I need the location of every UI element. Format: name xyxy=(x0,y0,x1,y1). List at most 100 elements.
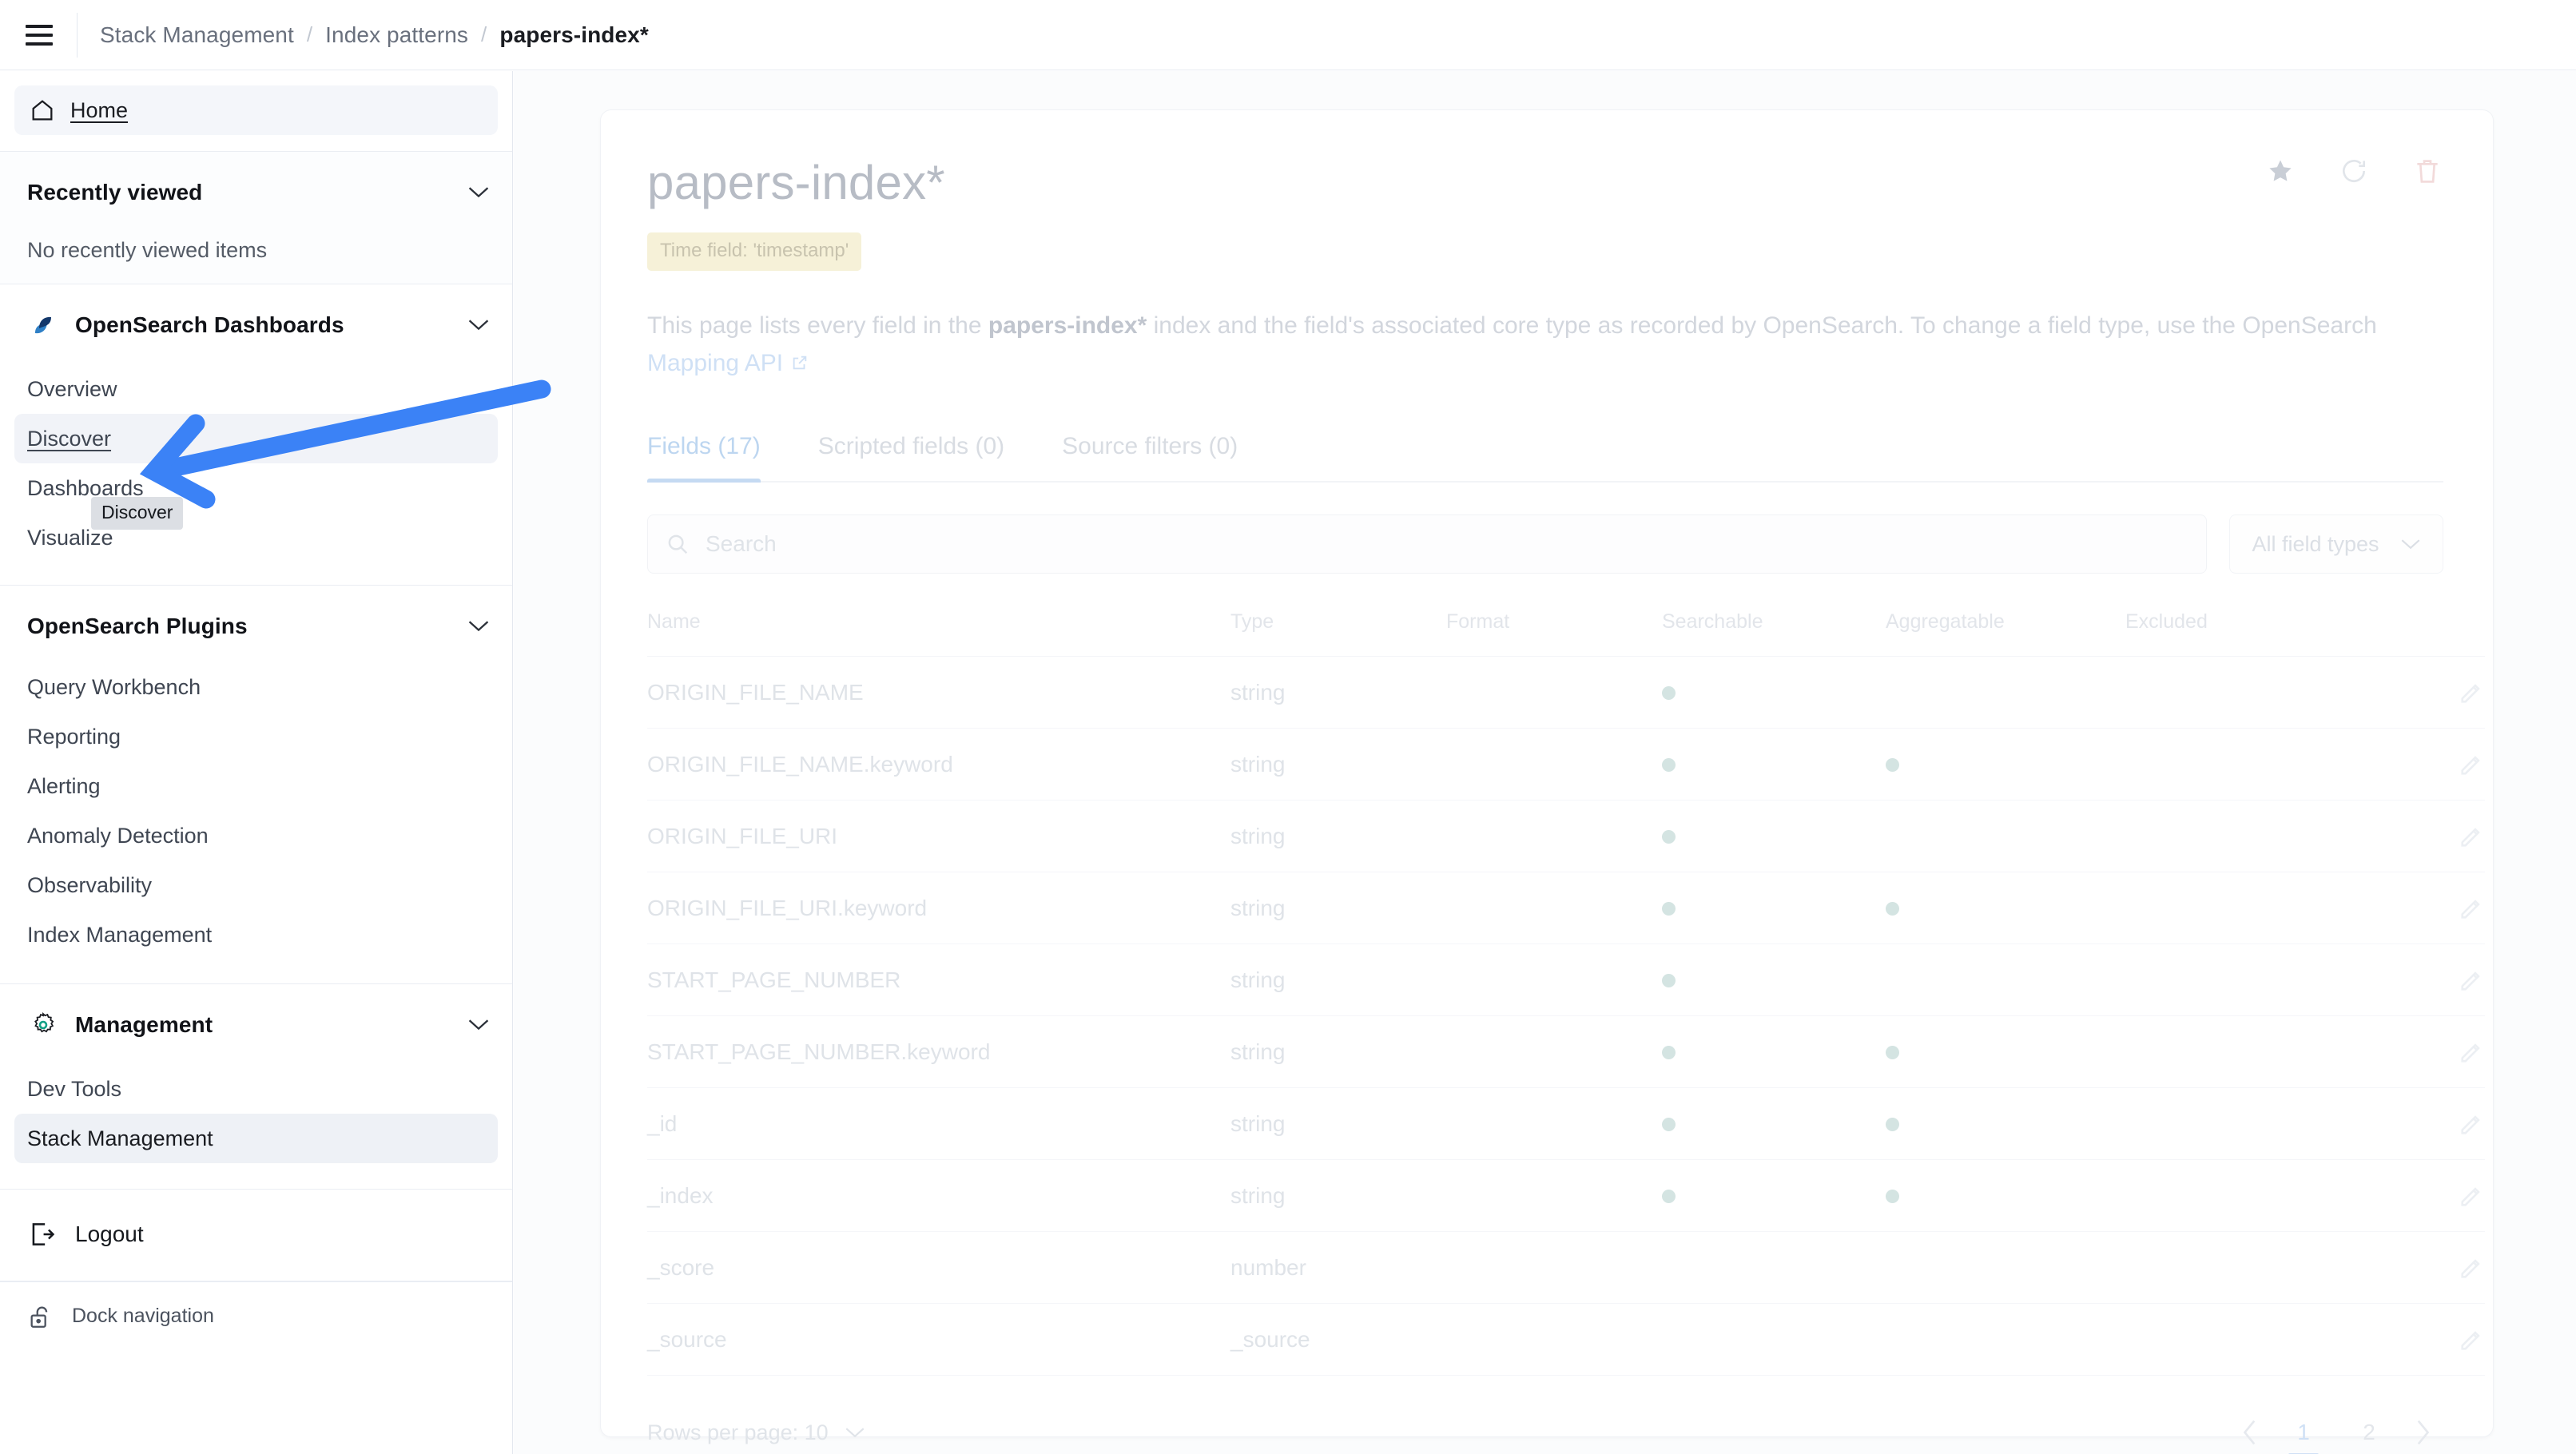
delete-button[interactable] xyxy=(2411,155,2443,187)
favorite-star-button[interactable] xyxy=(2264,155,2296,187)
cell-field-name: _source xyxy=(647,1303,1230,1376)
column-header-searchable[interactable]: Searchable xyxy=(1662,610,1886,657)
sidebar-item-index-management[interactable]: Index Management xyxy=(14,910,498,959)
dashboards-group-header[interactable]: OpenSearch Dashboards xyxy=(0,297,512,353)
breadcrumb: Stack Management / Index patterns / pape… xyxy=(100,22,649,48)
pagination-next-button[interactable] xyxy=(2402,1412,2443,1453)
cell-field-type: string xyxy=(1230,656,1446,729)
tab-source-filters[interactable]: Source filters (0) xyxy=(1062,433,1238,481)
sidebar-item-alerting[interactable]: Alerting xyxy=(14,761,498,811)
sidebar-item-discover[interactable]: Discover xyxy=(14,414,498,463)
cell-field-format xyxy=(1446,1231,1662,1304)
search-input[interactable] xyxy=(706,531,2188,557)
sidebar-item-dashboards[interactable]: Dashboards xyxy=(14,463,498,513)
sidebar-item-query-workbench-label: Query Workbench xyxy=(27,674,201,699)
sidebar-item-observability[interactable]: Observability xyxy=(14,860,498,910)
unlock-icon xyxy=(30,1306,48,1328)
sidebar-item-index-management-label: Index Management xyxy=(27,922,213,947)
table-row: ORIGIN_FILE_NAME string xyxy=(647,656,2485,729)
search-box[interactable] xyxy=(647,514,2207,574)
tab-bar: Fields (17) Scripted fields (0) Source f… xyxy=(647,433,2443,483)
cell-excluded xyxy=(2125,728,2389,800)
refresh-button[interactable] xyxy=(2338,155,2370,187)
sidebar-item-query-workbench[interactable]: Query Workbench xyxy=(14,662,498,712)
cell-actions[interactable] xyxy=(2389,944,2485,1016)
breadcrumb-separator: / xyxy=(481,22,487,46)
hamburger-icon[interactable] xyxy=(21,17,58,54)
column-header-name[interactable]: Name xyxy=(647,610,1230,657)
cell-searchable xyxy=(1662,872,1886,944)
searchable-dot xyxy=(1662,830,1676,844)
column-header-excluded[interactable]: Excluded xyxy=(2125,610,2389,657)
aggregatable-dot xyxy=(1886,758,1899,772)
dashboards-group-title: OpenSearch Dashboards xyxy=(75,312,344,337)
description-index-name: papers-index* xyxy=(988,312,1147,339)
tab-scripted-fields[interactable]: Scripted fields (0) xyxy=(818,433,1004,481)
management-group-header[interactable]: Management xyxy=(0,997,512,1053)
sidebar-item-observability-label: Observability xyxy=(27,872,153,897)
cell-field-format xyxy=(1446,656,1662,729)
recently-viewed-empty-text: No recently viewed items xyxy=(27,238,268,262)
cell-field-type: string xyxy=(1230,1087,1446,1160)
cell-actions[interactable] xyxy=(2389,800,2485,872)
sidebar-item-visualize[interactable]: Visualize xyxy=(14,513,498,562)
plugins-group-header[interactable]: OpenSearch Plugins xyxy=(0,598,512,654)
recently-viewed-title: Recently viewed xyxy=(27,180,203,205)
cell-actions[interactable] xyxy=(2389,656,2485,729)
field-types-filter-button[interactable]: All field types xyxy=(2229,514,2443,574)
sidebar-item-stack-management[interactable]: Stack Management xyxy=(14,1114,498,1163)
chevron-down-icon xyxy=(468,621,489,632)
chevron-right-icon xyxy=(2417,1420,2430,1445)
cell-actions[interactable] xyxy=(2389,1087,2485,1160)
sidebar-item-overview-label: Overview xyxy=(27,376,117,401)
rows-per-page-label: Rows per page: 10 xyxy=(647,1420,829,1444)
rows-per-page-button[interactable]: Rows per page: 10 xyxy=(647,1420,865,1445)
cell-field-type: string xyxy=(1230,1159,1446,1232)
aggregatable-dot xyxy=(1886,1190,1899,1203)
external-link-icon xyxy=(793,356,807,369)
sidebar-item-logout[interactable]: Logout xyxy=(0,1202,512,1266)
sidebar-item-anomaly-detection[interactable]: Anomaly Detection xyxy=(14,811,498,860)
breadcrumb-item-index-patterns[interactable]: Index patterns xyxy=(325,22,468,48)
cell-actions[interactable] xyxy=(2389,1015,2485,1088)
column-header-type[interactable]: Type xyxy=(1230,610,1446,657)
cell-excluded xyxy=(2125,944,2389,1016)
pencil-icon xyxy=(2461,900,2480,919)
cell-actions[interactable] xyxy=(2389,872,2485,944)
pagination-prev-button[interactable] xyxy=(2229,1412,2271,1453)
management-group-title: Management xyxy=(75,1012,213,1037)
cell-excluded xyxy=(2125,1087,2389,1160)
column-header-format[interactable]: Format xyxy=(1446,610,1662,657)
table-footer: Rows per page: 10 1 2 xyxy=(647,1411,2443,1454)
cell-actions[interactable] xyxy=(2389,728,2485,800)
cell-excluded xyxy=(2125,1015,2389,1088)
pagination-page-1[interactable]: 1 xyxy=(2282,1411,2325,1454)
column-header-aggregatable[interactable]: Aggregatable xyxy=(1886,610,2125,657)
discover-tooltip: Discover xyxy=(91,497,184,530)
cell-actions[interactable] xyxy=(2389,1231,2485,1304)
dock-navigation-button[interactable]: Dock navigation xyxy=(0,1281,512,1350)
sidebar-item-dev-tools[interactable]: Dev Tools xyxy=(14,1064,498,1114)
searchable-dot xyxy=(1662,974,1676,987)
search-icon xyxy=(668,534,688,554)
header-divider xyxy=(77,12,78,58)
cell-actions[interactable] xyxy=(2389,1303,2485,1376)
sidebar-item-overview[interactable]: Overview xyxy=(14,364,498,414)
fields-table: Name Type Format Searchable Aggregatable… xyxy=(647,610,2485,1376)
searchable-dot xyxy=(1662,902,1676,916)
recently-viewed-header[interactable]: Recently viewed xyxy=(0,165,512,220)
pagination-page-2[interactable]: 2 xyxy=(2347,1411,2391,1454)
mapping-api-link[interactable]: Mapping API xyxy=(647,350,783,376)
breadcrumb-item-stack-management[interactable]: Stack Management xyxy=(100,22,294,48)
pencil-icon xyxy=(2461,828,2480,847)
sidebar-item-reporting[interactable]: Reporting xyxy=(14,712,498,761)
cell-aggregatable xyxy=(1886,1303,2125,1376)
sidebar-item-home[interactable]: Home xyxy=(14,85,498,135)
tab-fields[interactable]: Fields (17) xyxy=(647,433,761,483)
sidebar-item-alerting-label: Alerting xyxy=(27,773,101,798)
cell-field-name: ORIGIN_FILE_NAME.keyword xyxy=(647,728,1230,800)
plugins-group-title: OpenSearch Plugins xyxy=(27,614,248,638)
cell-field-name: ORIGIN_FILE_NAME xyxy=(647,656,1230,729)
cell-actions[interactable] xyxy=(2389,1159,2485,1232)
page-description: This page lists every field in the paper… xyxy=(647,308,2443,382)
